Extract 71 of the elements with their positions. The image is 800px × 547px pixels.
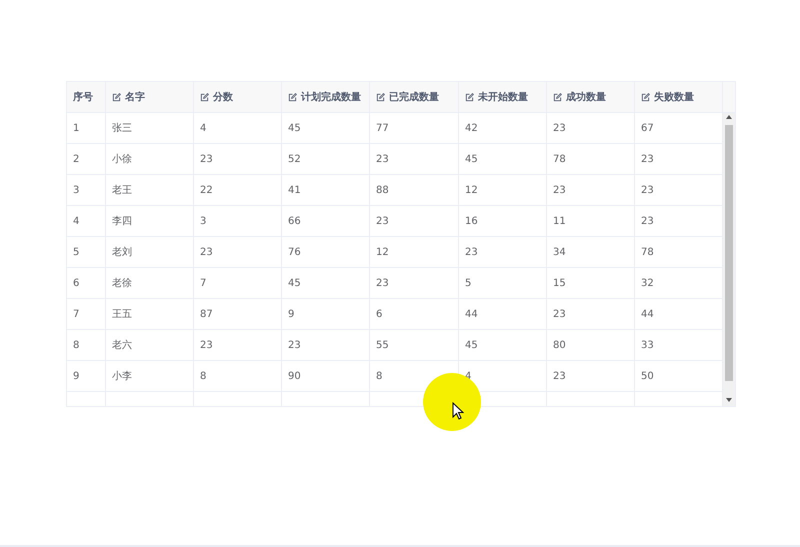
table-cell: 老王: [106, 175, 194, 205]
table-cell: 23: [194, 330, 282, 360]
column-title: 序号: [73, 90, 93, 104]
table-cell: 老六: [106, 330, 194, 360]
table-cell: 78: [547, 144, 635, 174]
table-cell: 23: [282, 330, 370, 360]
table-cell: 8: [67, 330, 106, 360]
table-cell: 23: [547, 113, 635, 143]
table-cell: 23: [547, 361, 635, 391]
table-cell: 23: [459, 237, 547, 267]
table-cell: 44: [459, 299, 547, 329]
column-title: 已完成数量: [389, 90, 439, 104]
table-cell: 88: [370, 175, 459, 205]
table-cell: 9: [67, 361, 106, 391]
table-cell: 23: [370, 144, 459, 174]
table-cell: 张三: [106, 113, 194, 143]
table-cell: 23: [547, 299, 635, 329]
scrollbar-thumb[interactable]: [725, 125, 733, 381]
table-cell: 11: [547, 206, 635, 236]
table-cell: 7: [194, 268, 282, 298]
table-cell: 2: [67, 144, 106, 174]
table-cell: 1: [67, 113, 106, 143]
column-title: 成功数量: [566, 90, 606, 104]
column-title: 名字: [125, 90, 145, 104]
table-cell: 41: [282, 175, 370, 205]
table-cell: 23: [370, 206, 459, 236]
table-cell: 小徐: [106, 144, 194, 174]
table-cell: 12: [370, 237, 459, 267]
table-cell: 7: [67, 299, 106, 329]
table-cell: 34: [547, 237, 635, 267]
table-cell: 5: [459, 268, 547, 298]
table-cell: 3: [194, 206, 282, 236]
table-cell: 76: [282, 237, 370, 267]
table-cell: 87: [194, 299, 282, 329]
table-cell: 4: [67, 206, 106, 236]
column-title: 分数: [213, 90, 233, 104]
table-cell: 66: [282, 206, 370, 236]
cursor-icon: [452, 402, 464, 420]
table-cell: 15: [547, 268, 635, 298]
table-cell: 45: [282, 268, 370, 298]
table-cell: 12: [459, 175, 547, 205]
table-cell: 23: [547, 175, 635, 205]
table-cell: 王五: [106, 299, 194, 329]
table-cell: 老徐: [106, 268, 194, 298]
table-cell: 李四: [106, 206, 194, 236]
table-cell: 6: [67, 268, 106, 298]
table-cell: 90: [282, 361, 370, 391]
table-cell: 23: [194, 237, 282, 267]
column-title: 失败数量: [654, 90, 694, 104]
table-cell: 8: [194, 361, 282, 391]
table-cell: 5: [67, 237, 106, 267]
column-title: 计划完成数量: [301, 90, 361, 104]
table-cell: 45: [459, 330, 547, 360]
table-cell: 42: [459, 113, 547, 143]
table-cell: 16: [459, 206, 547, 236]
table-cell: 45: [282, 113, 370, 143]
table-cell: 小李: [106, 361, 194, 391]
table-cell: 老刘: [106, 237, 194, 267]
table-cell: 23: [194, 144, 282, 174]
table-cell: 77: [370, 113, 459, 143]
table-cell: 52: [282, 144, 370, 174]
table-cell: 22: [194, 175, 282, 205]
table-cell: 55: [370, 330, 459, 360]
table-cell: 4: [194, 113, 282, 143]
table-cell: 80: [547, 330, 635, 360]
table-cell: 45: [459, 144, 547, 174]
table-cell: 6: [370, 299, 459, 329]
table-cell: 9: [282, 299, 370, 329]
column-title: 未开始数量: [478, 90, 528, 104]
table-cell: 3: [67, 175, 106, 205]
table-cell: 23: [370, 268, 459, 298]
